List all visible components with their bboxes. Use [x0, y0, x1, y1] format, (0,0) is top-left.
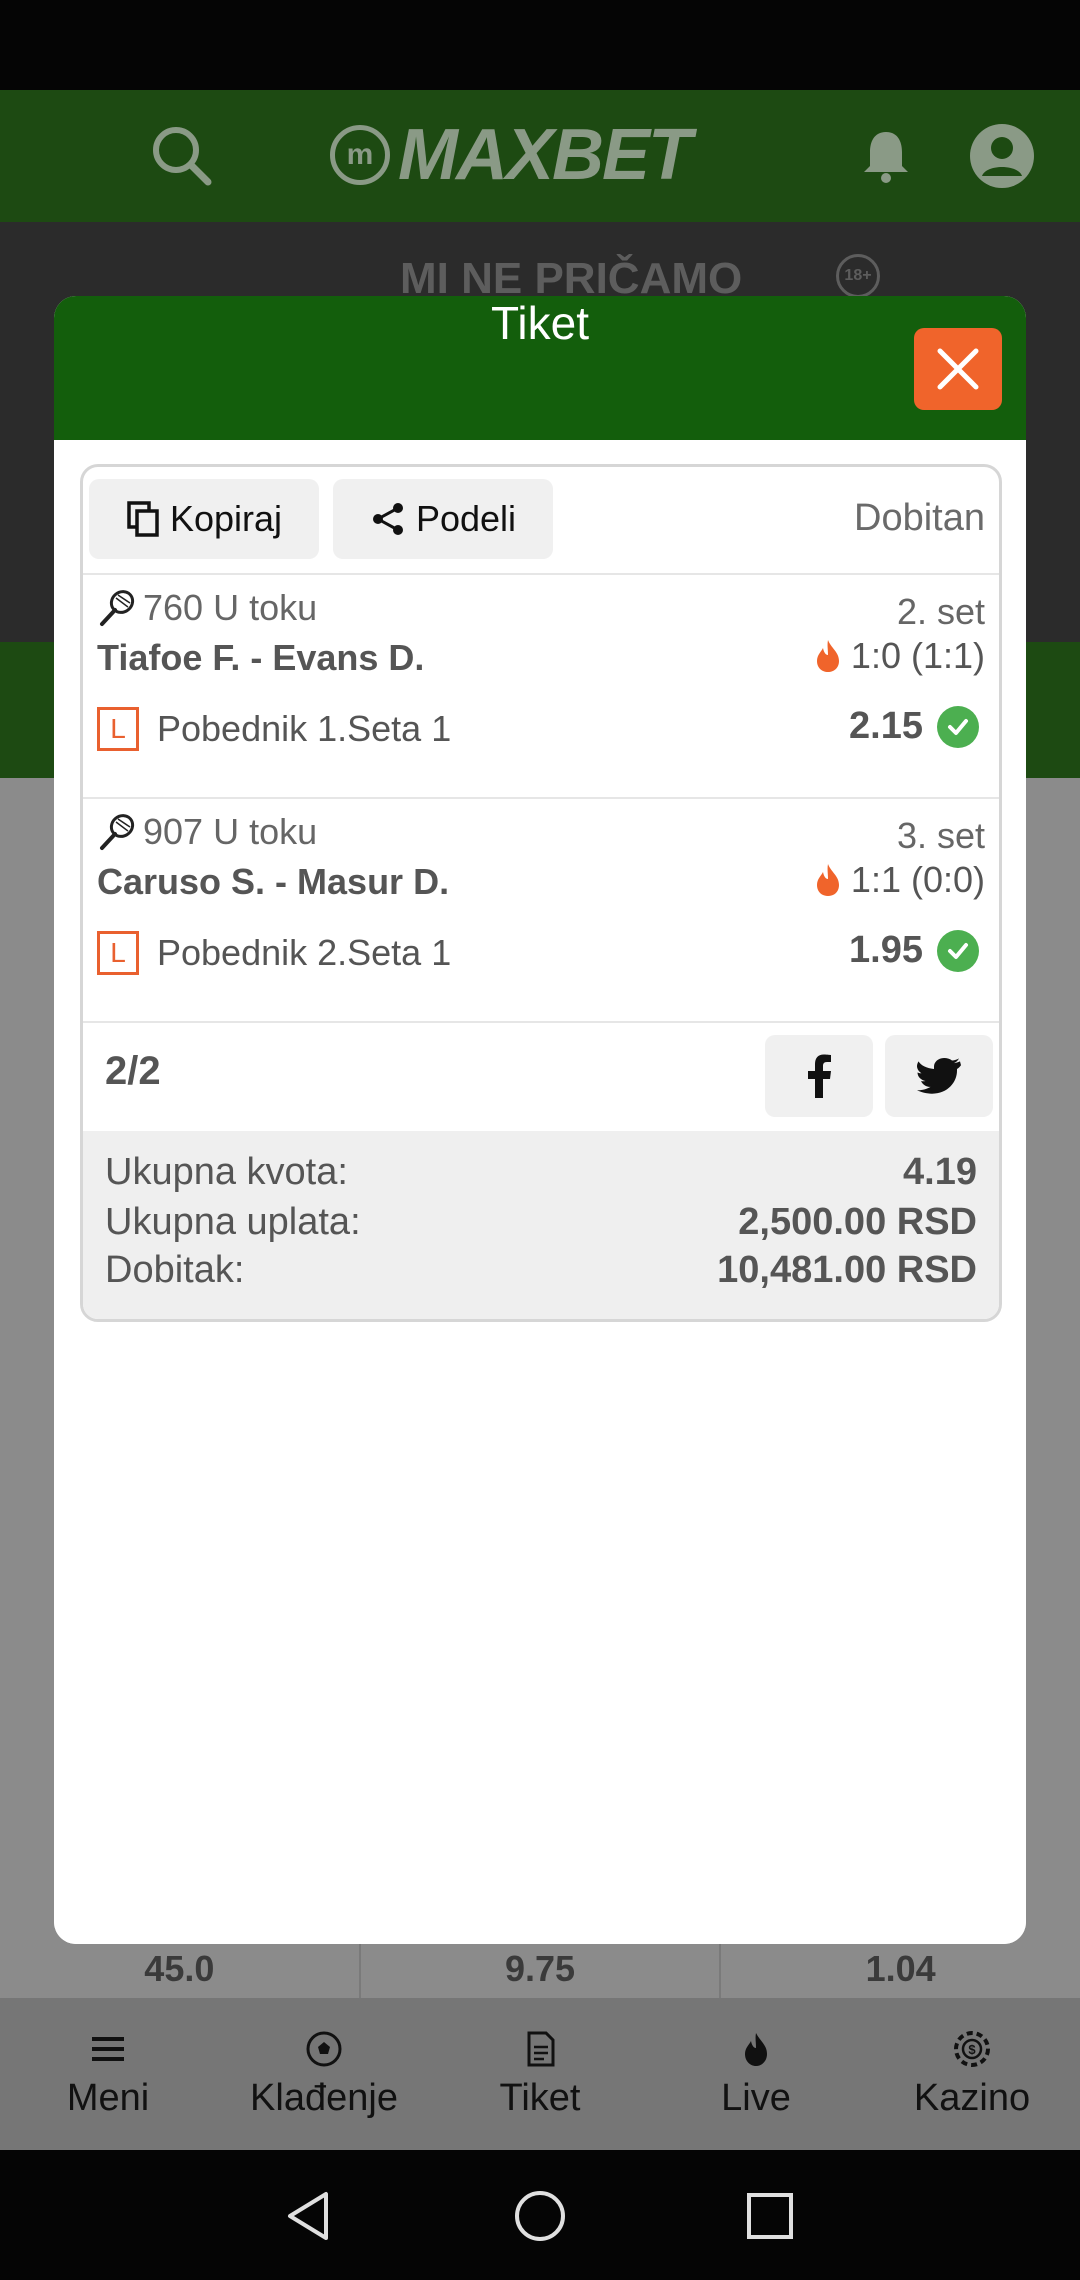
- background-odds-row: 45.0 9.75 1.04: [0, 1940, 1080, 1998]
- check-icon: [937, 929, 979, 972]
- nav-meni[interactable]: Meni: [0, 1998, 216, 2150]
- live-badge: L: [97, 931, 139, 975]
- casino-chip-icon: $: [954, 2030, 990, 2067]
- tennis-racket-icon: [100, 814, 135, 850]
- ticket-toolbar: Kopiraj Podeli Dobitan: [83, 467, 999, 575]
- maxbet-logo[interactable]: m MAXBET: [330, 110, 692, 200]
- summary-label: Dobitak:: [105, 1249, 245, 1291]
- flame-icon: [745, 2032, 767, 2066]
- modal-title: Tiket: [491, 297, 589, 349]
- odd-value: 1.95: [849, 929, 923, 971]
- odds-cell[interactable]: 9.75: [361, 1940, 722, 1998]
- summary-value: 2,500.00 RSD: [738, 1201, 977, 1243]
- system-navigation-bar: [0, 2150, 1080, 2280]
- match-odd: 2.15: [849, 705, 979, 748]
- menu-icon: [92, 2036, 124, 2061]
- score-text: 1:0 (1:1): [850, 635, 985, 676]
- copy-label: Kopiraj: [169, 498, 283, 539]
- twitter-icon: [917, 1058, 961, 1094]
- live-badge: L: [97, 707, 139, 751]
- copy-icon: [127, 501, 159, 537]
- pick-text: Pobednik 2.Seta 1: [157, 932, 452, 973]
- score-text: 1:1 (0:0): [850, 859, 985, 900]
- bell-icon[interactable]: [850, 120, 922, 192]
- summary-win: Dobitak: 10,481.00 RSD: [105, 1249, 977, 1299]
- match-pick: L Pobednik 1.Seta 1: [97, 707, 451, 751]
- status-bar: [0, 0, 1080, 90]
- match-code: 760 U toku: [97, 587, 317, 629]
- twitter-share-button[interactable]: [885, 1035, 993, 1117]
- modal-empty-area: [54, 1350, 1026, 1944]
- nav-kladjenje[interactable]: Klađenje: [216, 1998, 432, 2150]
- summary-label: Ukupna kvota:: [105, 1151, 348, 1193]
- pick-text: Pobednik 1.Seta 1: [157, 708, 452, 749]
- summary-stake: Ukupna uplata: 2,500.00 RSD: [105, 1201, 977, 1251]
- logo-emblem-icon: m: [330, 125, 390, 185]
- match-score: 1:0 (1:1): [813, 635, 985, 677]
- check-icon: [937, 705, 979, 748]
- match-code-text: 907 U toku: [143, 811, 318, 852]
- nav-label: Kazino: [913, 2076, 1031, 2119]
- recents-icon[interactable]: [742, 2188, 798, 2244]
- odd-value: 2.15: [849, 705, 923, 747]
- facebook-share-button[interactable]: [765, 1035, 873, 1117]
- ticket-summary: Ukupna kvota: 4.19 Ukupna uplata: 2,500.…: [83, 1131, 999, 1319]
- match-teams: Tiafoe F. - Evans D.: [97, 637, 425, 678]
- nav-tiket[interactable]: Tiket: [432, 1998, 648, 2150]
- nav-kazino[interactable]: $ Kazino: [864, 1998, 1080, 2150]
- nav-label: Tiket: [499, 2076, 581, 2119]
- summary-value: 10,481.00 RSD: [717, 1249, 977, 1291]
- summary-total-odds: Ukupna kvota: 4.19: [105, 1151, 977, 1201]
- flame-icon: [816, 640, 839, 672]
- odds-cell[interactable]: 1.04: [721, 1940, 1080, 1998]
- facebook-icon: [808, 1054, 831, 1098]
- odds-cell[interactable]: 45.0: [0, 1940, 361, 1998]
- share-label: Podeli: [415, 498, 517, 539]
- ticket-card: Kopiraj Podeli Dobitan 760 U toku 2. set…: [80, 464, 1002, 1322]
- match-teams: Caruso S. - Masur D.: [97, 861, 450, 902]
- ticket-match: 907 U toku 3. set Caruso S. - Masur D. 1…: [83, 799, 999, 1023]
- copy-button[interactable]: Kopiraj: [89, 479, 319, 559]
- ticket-count-row: 2/2: [83, 1023, 999, 1131]
- ticket-icon: [527, 2031, 555, 2066]
- modal-header: Tiket: [54, 296, 1026, 440]
- match-odd: 1.95: [849, 929, 979, 972]
- age-restriction-badge: 18+: [836, 254, 880, 298]
- back-icon[interactable]: [282, 2188, 338, 2244]
- close-button[interactable]: [914, 328, 1002, 410]
- match-code-text: 760 U toku: [143, 587, 318, 628]
- search-icon[interactable]: [146, 120, 218, 192]
- ticket-modal: Tiket Kopiraj Podeli Dobitan 760 U toku …: [54, 296, 1026, 1944]
- ticket-status: Dobitan: [854, 497, 985, 539]
- summary-value: 4.19: [903, 1151, 977, 1193]
- share-button[interactable]: Podeli: [333, 479, 553, 559]
- match-pick: L Pobednik 2.Seta 1: [97, 931, 451, 975]
- match-set: 3. set: [896, 815, 985, 856]
- home-icon[interactable]: [512, 2188, 568, 2244]
- summary-label: Ukupna uplata:: [105, 1201, 361, 1243]
- nav-live[interactable]: Live: [648, 1998, 864, 2150]
- nav-label: Meni: [66, 2076, 150, 2119]
- bottom-navigation: Meni Klađenje Tiket Live $ Kazino: [0, 1998, 1080, 2150]
- nav-label: Live: [721, 2076, 791, 2119]
- close-icon: [937, 348, 979, 390]
- match-count: 2/2: [105, 1049, 161, 1093]
- share-icon: [372, 503, 403, 535]
- flame-icon: [816, 864, 839, 896]
- user-account-icon[interactable]: [966, 120, 1038, 192]
- match-set: 2. set: [896, 591, 985, 632]
- ticket-match: 760 U toku 2. set Tiafoe F. - Evans D. 1…: [83, 575, 999, 799]
- tennis-racket-icon: [100, 590, 135, 626]
- soccer-ball-icon: [306, 2031, 342, 2066]
- match-score: 1:1 (0:0): [813, 859, 985, 901]
- nav-label: Klađenje: [250, 2076, 398, 2119]
- brand-name: MAXBET: [398, 115, 692, 195]
- svg-text:$: $: [968, 2042, 976, 2057]
- match-code: 907 U toku: [97, 811, 317, 853]
